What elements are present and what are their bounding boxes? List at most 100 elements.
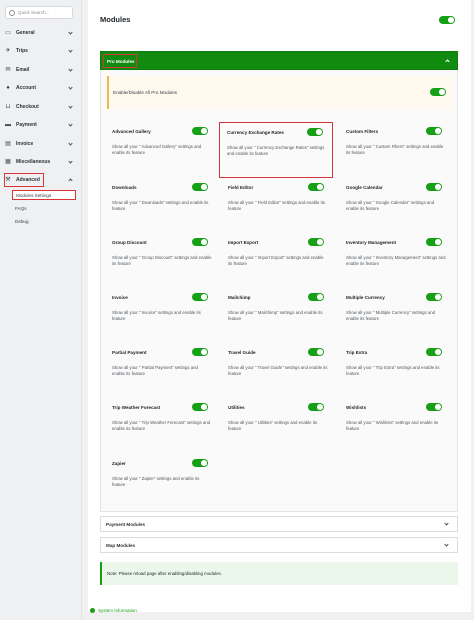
module-title: Currency Exchange Rates bbox=[227, 130, 284, 135]
module-title: Travel Guide bbox=[228, 350, 256, 355]
search-icon bbox=[9, 9, 15, 16]
module-card: Trip Extra Show all your " Trip Extra" s… bbox=[335, 345, 451, 397]
module-toggle[interactable] bbox=[308, 183, 324, 191]
accordion-label: Map Modules bbox=[106, 542, 136, 548]
module-description: Show all your " Utilities" settings and … bbox=[228, 420, 318, 431]
module-title: Field Editor bbox=[228, 185, 254, 190]
module-card: Zapier Show all your " Zapier" settings … bbox=[101, 456, 217, 508]
module-title: Custom Filters bbox=[346, 129, 379, 134]
email-icon: ✉ bbox=[5, 67, 11, 73]
sidebar: Quick Search... ▭ General ✈ Trips ✉ Emai… bbox=[0, 0, 82, 620]
master-toggle[interactable] bbox=[439, 16, 455, 24]
sidebar-item-general[interactable]: ▭ General bbox=[0, 26, 82, 40]
module-toggle[interactable] bbox=[192, 348, 208, 356]
module-title: Utilities bbox=[228, 405, 245, 410]
module-title: Inventory Management bbox=[346, 240, 397, 245]
sidebar-item-email[interactable]: ✉ Email bbox=[0, 63, 82, 77]
search-placeholder: Quick Search... bbox=[18, 10, 50, 15]
module-description: Show all your " Field Editor" settings a… bbox=[228, 200, 325, 211]
module-description: Show all your " Downloads" settings and … bbox=[112, 200, 209, 211]
info-icon bbox=[90, 608, 95, 613]
sidebar-item-payment[interactable]: ▬ Payment bbox=[0, 118, 82, 132]
note-text: Note: Please reload page after enabling/… bbox=[107, 571, 222, 576]
module-card: Inventory Management Show all your " Inv… bbox=[335, 235, 451, 287]
module-toggle[interactable] bbox=[426, 127, 442, 135]
module-card: Downloads Show all your " Downloads" set… bbox=[101, 180, 217, 232]
module-description: Show all your " Mailchimp" settings and … bbox=[228, 310, 323, 321]
chevron-down-icon bbox=[444, 542, 449, 547]
monitor-icon: ▭ bbox=[5, 30, 11, 36]
module-card: Mailchimp Show all your " Mailchimp" set… bbox=[217, 290, 333, 342]
sidebar-item-invoice[interactable]: ▤ Invoice bbox=[0, 137, 82, 151]
sidebar-subitem-debug[interactable]: Debug bbox=[15, 219, 29, 224]
module-toggle[interactable] bbox=[192, 403, 208, 411]
module-toggle[interactable] bbox=[192, 459, 208, 467]
plane-icon: ✈ bbox=[5, 48, 11, 54]
module-toggle[interactable] bbox=[426, 183, 442, 191]
invoice-icon: ▤ bbox=[5, 141, 11, 147]
sidebar-subitem-label: Debug bbox=[15, 219, 29, 224]
module-title: Invoice bbox=[112, 295, 128, 300]
module-description: Show all your " Trip Extra" settings and… bbox=[346, 365, 440, 376]
module-toggle[interactable] bbox=[192, 293, 208, 301]
module-title: Advanced Gallery bbox=[112, 129, 151, 134]
module-title: Group Discount bbox=[112, 240, 147, 245]
sidebar-item-trips[interactable]: ✈ Trips bbox=[0, 44, 82, 58]
module-title: Import Export bbox=[228, 240, 259, 245]
module-title: Google Calendar bbox=[346, 185, 383, 190]
module-card: Import Export Show all your " Import Exp… bbox=[217, 235, 333, 287]
module-toggle[interactable] bbox=[426, 238, 442, 246]
module-toggle[interactable] bbox=[192, 127, 208, 135]
module-description: Show all your " Group Discount" settings… bbox=[112, 255, 212, 266]
module-toggle[interactable] bbox=[192, 238, 208, 246]
module-title: Wishlists bbox=[346, 405, 367, 410]
module-title: Mailchimp bbox=[228, 295, 251, 300]
accordion-payment-modules[interactable]: Payment Modules bbox=[100, 516, 458, 532]
module-toggle[interactable] bbox=[192, 183, 208, 191]
module-toggle[interactable] bbox=[426, 403, 442, 411]
module-description: Show all your " Google Calendar" setting… bbox=[346, 200, 435, 211]
module-card: Utilities Show all your " Utilities" set… bbox=[217, 400, 333, 452]
module-toggle[interactable] bbox=[308, 238, 324, 246]
module-toggle[interactable] bbox=[426, 293, 442, 301]
module-toggle[interactable] bbox=[426, 348, 442, 356]
module-toggle[interactable] bbox=[307, 128, 323, 136]
module-card: Partial Payment Show all your " Partial … bbox=[101, 345, 217, 397]
module-description: Show all your " Trip Weather Forecast" s… bbox=[112, 420, 211, 431]
accordion-label: Payment Modules bbox=[106, 521, 146, 527]
search-input[interactable]: Quick Search... bbox=[5, 6, 73, 19]
sidebar-subitem-modules-settings[interactable]: Modules Settings bbox=[12, 190, 76, 200]
module-toggle[interactable] bbox=[308, 348, 324, 356]
sidebar-subitem-label: Modules Settings bbox=[16, 192, 52, 198]
module-description: Show all your " Multiple Currency" setti… bbox=[346, 310, 436, 321]
pro-modules-header[interactable]: Pro Modules bbox=[100, 51, 458, 70]
sidebar-subitem-faqs[interactable]: FAQs bbox=[15, 206, 27, 211]
sidebar-item-miscellaneous[interactable]: ▦ Miscellaneous bbox=[0, 155, 82, 169]
card-icon: ▬ bbox=[5, 122, 11, 128]
enable-all-row: Enable/Disable All Pro Modules bbox=[107, 76, 453, 109]
module-description: Show all your " Currency Exchange Rates"… bbox=[227, 145, 325, 156]
module-card: Currency Exchange Rates Show all your " … bbox=[219, 122, 333, 178]
system-information-link[interactable]: System Information bbox=[90, 608, 137, 613]
module-title: Zapier bbox=[112, 461, 126, 466]
accordion-map-modules[interactable]: Map Modules bbox=[100, 537, 458, 553]
module-card: Invoice Show all your " Invoice" setting… bbox=[101, 290, 217, 342]
sidebar-item-checkout[interactable]: ⊔ Checkout bbox=[0, 100, 82, 114]
sidebar-item-account[interactable]: ● Account bbox=[0, 81, 82, 95]
reload-note: Note: Please reload page after enabling/… bbox=[100, 562, 458, 585]
module-toggle[interactable] bbox=[308, 293, 324, 301]
module-card: Trip Weather Forecast Show all your " Tr… bbox=[101, 400, 217, 452]
module-description: Show all your " Wishlists" settings and … bbox=[346, 420, 439, 431]
enable-all-toggle[interactable] bbox=[430, 88, 446, 96]
module-description: Show all your " Invoice" settings and en… bbox=[112, 310, 201, 321]
module-description: Show all your " Partial Payment" setting… bbox=[112, 365, 198, 376]
enable-all-label: Enable/Disable All Pro Modules bbox=[113, 90, 178, 95]
chevron-down-icon bbox=[444, 521, 449, 526]
module-toggle[interactable] bbox=[308, 403, 324, 411]
page-title: Modules bbox=[100, 15, 131, 24]
main-panel: Modules Pro Modules Enable/Disable All P… bbox=[88, 0, 471, 612]
sidebar-item-advanced[interactable]: ⚒ Advanced bbox=[0, 173, 82, 187]
module-title: Multiple Currency bbox=[346, 295, 385, 300]
module-title: Partial Payment bbox=[112, 350, 147, 355]
advanced-highlight bbox=[4, 173, 44, 187]
